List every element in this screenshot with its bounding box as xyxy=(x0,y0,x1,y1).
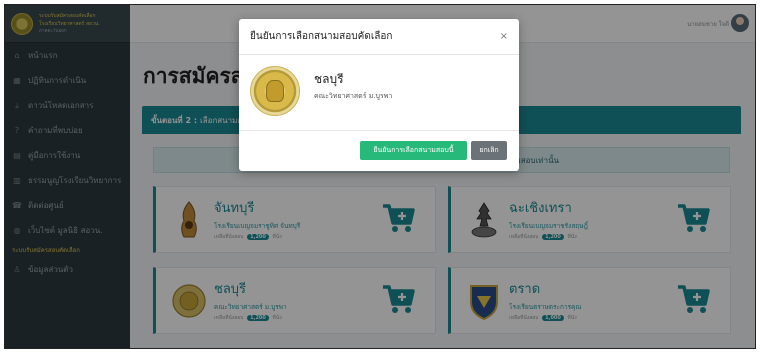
modal-venue-faculty: คณะวิทยาศาสตร์ ม.บูรพา xyxy=(314,92,393,100)
modal-footer: ยืนยันการเลือกสนามสอบนี้ ยกเลิก xyxy=(239,131,519,169)
app-window: ระบบรับสมัครสอบคัดเลือก โรงเรียนวิทยาศาส… xyxy=(4,4,756,349)
cancel-button[interactable]: ยกเลิก xyxy=(471,141,507,160)
confirm-venue-modal: ยืนยันการเลือกสนามสอบคัดเลือก × ชลบุรี ค… xyxy=(239,19,519,171)
modal-venue-name: ชลบุรี xyxy=(314,72,344,86)
modal-header: ยืนยันการเลือกสนามสอบคัดเลือก × xyxy=(239,19,519,55)
modal-body: ชลบุรี คณะวิทยาศาสตร์ ม.บูรพา xyxy=(239,55,519,131)
modal-title: ยืนยันการเลือกสนามสอบคัดเลือก xyxy=(250,31,393,42)
close-icon[interactable]: × xyxy=(500,31,508,42)
buu-emblem-icon xyxy=(250,66,300,116)
confirm-button[interactable]: ยืนยันการเลือกสนามสอบนี้ xyxy=(360,141,467,160)
